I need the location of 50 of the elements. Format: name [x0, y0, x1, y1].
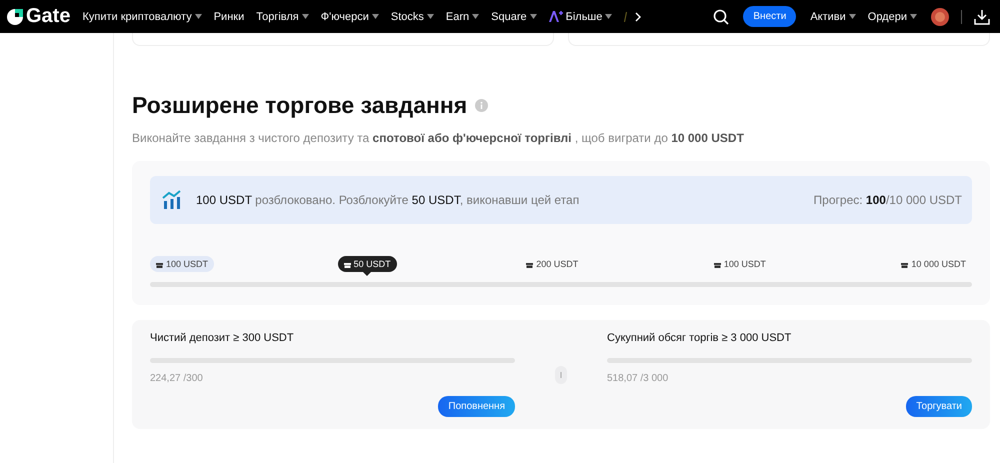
caret-icon	[605, 14, 612, 19]
gift-icon	[156, 260, 163, 268]
sparkle-icon	[548, 11, 563, 22]
deposit-button[interactable]: Внести	[743, 6, 796, 27]
nav-item[interactable]: Earn	[446, 10, 480, 22]
task-title: Сукупний обсяг торгів ≥ 3 000 USDT	[607, 332, 792, 344]
progress-text: Прогрес: 100/10 000 USDT	[814, 193, 962, 207]
task-button[interactable]: Поповнення	[438, 396, 515, 417]
chevron-right-icon[interactable]	[635, 12, 642, 22]
nav-item[interactable]: Stocks	[390, 10, 434, 22]
caret-icon	[472, 14, 480, 19]
nav-item[interactable]: Більше	[548, 10, 612, 22]
logo-icon	[6, 8, 24, 26]
caret-icon	[372, 14, 379, 19]
caret-icon	[194, 14, 202, 19]
unlock-message: 100 USDT розблоковано. Розблокуйте 50 USDT, виконавши цей етап	[196, 193, 580, 207]
nav-item[interactable]: Ордери	[868, 10, 917, 22]
caret-icon	[848, 14, 856, 19]
task-reading: 224,27 /300	[150, 373, 204, 384]
avatar-icon[interactable]	[931, 8, 949, 26]
gift-icon	[526, 260, 534, 268]
nav-item[interactable]: Ринки	[214, 10, 244, 22]
section-subtitle: Виконайте завдання з чистого депозиту та спотової або ф'ючерсної торгівлі , щоб виграти до 10 000 USDT	[132, 131, 745, 145]
download-icon[interactable]	[974, 8, 990, 24]
search-icon[interactable]	[713, 8, 730, 24]
logo-text: Gate	[26, 5, 70, 28]
nav-item[interactable]: Ф'ючерси	[320, 10, 379, 22]
nav-item[interactable]: Square	[491, 10, 537, 22]
caret-icon	[302, 14, 309, 19]
milestone: 100 USDT	[708, 256, 772, 272]
milestone: 200 USDT	[520, 256, 584, 272]
milestone: 10 000 USDT	[895, 256, 972, 272]
caret-icon	[910, 14, 917, 19]
chart-icon	[162, 190, 182, 210]
section-title: Розширене торгове завдання	[132, 92, 468, 119]
caret-icon	[530, 14, 537, 19]
separator-icon	[555, 366, 567, 384]
gift-icon	[344, 260, 351, 268]
task-title: Чистий депозит ≥ 300 USDT	[150, 332, 295, 344]
nav-item[interactable]: Купити криптовалюту	[82, 10, 202, 22]
gift-icon	[901, 260, 908, 268]
nav-item[interactable]: Активи	[810, 10, 856, 22]
task-button[interactable]: Торгувати	[906, 396, 972, 417]
gift-icon	[714, 260, 721, 268]
milestone: 100 USDT	[150, 256, 214, 272]
nav-item[interactable]: Торгівля	[256, 10, 309, 22]
task-reading: 518,07 /3 000	[607, 373, 670, 384]
divider-icon	[961, 10, 962, 24]
slash-icon	[624, 12, 628, 22]
caret-icon	[426, 14, 434, 19]
